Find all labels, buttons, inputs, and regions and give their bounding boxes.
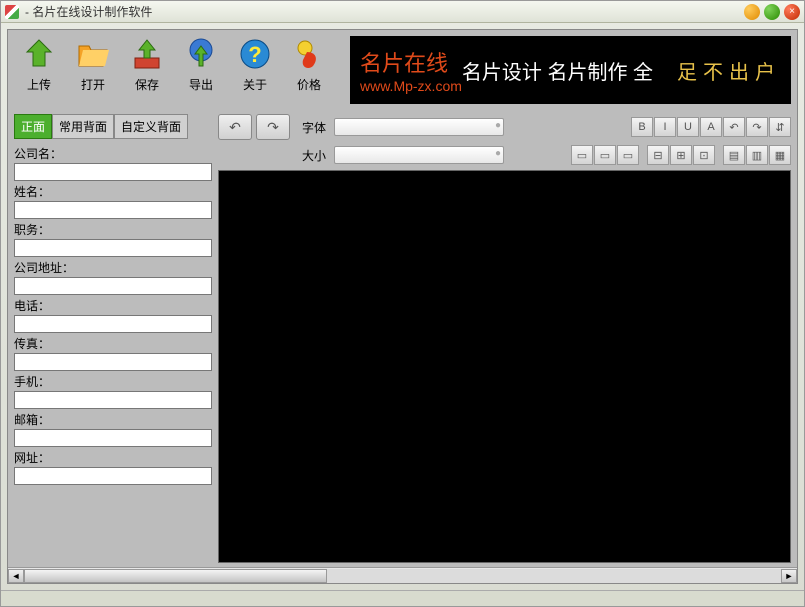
field-email: 邮箱： (14, 411, 212, 447)
text-style-btn-2[interactable]: U (677, 117, 699, 137)
scroll-track[interactable] (24, 569, 781, 583)
field-input-website[interactable] (14, 467, 212, 485)
field-input-name[interactable] (14, 201, 212, 219)
size-selector[interactable] (334, 146, 504, 164)
top-row: 上传 打开 保存 导出 ? 关于 (8, 30, 797, 110)
about-label: 关于 (243, 76, 267, 93)
field-label-mobile: 手机： (14, 373, 212, 390)
field-input-title[interactable] (14, 239, 212, 257)
save-label: 保存 (135, 76, 159, 93)
separator (640, 145, 646, 165)
text-style-btn-1[interactable]: I (654, 117, 676, 137)
banner-tags: 名片设计 名片制作 全 (462, 56, 653, 85)
field-phone: 电话： (14, 297, 212, 333)
app-icon (5, 5, 19, 19)
align-btn-0[interactable]: ▭ (571, 145, 593, 165)
price-label: 价格 (297, 76, 321, 93)
text-style-btn-4[interactable]: ↶ (723, 117, 745, 137)
text-style-btn-6[interactable]: ⇵ (769, 117, 791, 137)
export-label: 导出 (189, 76, 213, 93)
field-company: 公司名： (14, 145, 212, 181)
banner-url: www.Mp-zx.com (360, 78, 462, 94)
close-button[interactable]: × (784, 4, 800, 20)
upload-label: 上传 (27, 76, 51, 93)
app-window: - 名片在线设计制作软件 × 上传 打开 保存 (0, 0, 805, 607)
field-title: 职务： (14, 221, 212, 257)
design-canvas[interactable] (218, 170, 791, 563)
mid-row: 正面 常用背面 自定义背面 公司名： 姓名： 职务： 公司地址： 电话： 传真： 手机： 邮箱… (8, 110, 797, 567)
upload-button[interactable]: 上传 (16, 36, 62, 104)
field-input-mobile[interactable] (14, 391, 212, 409)
horizontal-scrollbar[interactable]: ◄ ► (8, 567, 797, 583)
align-btn-4[interactable]: ⊟ (647, 145, 669, 165)
undo-button[interactable]: ↶ (218, 114, 252, 140)
scroll-left-arrow[interactable]: ◄ (8, 569, 24, 583)
font-label: 字体 (302, 119, 330, 136)
text-style-btn-0[interactable]: B (631, 117, 653, 137)
align-btn-8[interactable]: ▤ (723, 145, 745, 165)
field-website: 网址： (14, 449, 212, 485)
field-fax: 传真： (14, 335, 212, 371)
size-label: 大小 (302, 147, 330, 164)
redo-button[interactable]: ↷ (256, 114, 290, 140)
tab-front[interactable]: 正面 (14, 114, 52, 139)
banner-brand: 名片在线 (360, 46, 450, 78)
left-panel: 正面 常用背面 自定义背面 公司名： 姓名： 职务： 公司地址： 电话： 传真： 手机： 邮箱… (8, 110, 218, 567)
window-title: - 名片在线设计制作软件 (25, 3, 740, 20)
field-label-phone: 电话： (14, 297, 212, 314)
format-bar-1: BIUA↶↷⇵ (631, 117, 791, 137)
field-label-address: 公司地址： (14, 259, 212, 276)
control-row-1: ↶ ↷ 字体 BIUA↶↷⇵ (218, 114, 791, 140)
control-row-2: 大小 ▭▭▭⊟⊞⊡▤▥▦ (218, 142, 791, 168)
field-input-address[interactable] (14, 277, 212, 295)
align-btn-1[interactable]: ▭ (594, 145, 616, 165)
open-button[interactable]: 打开 (70, 36, 116, 104)
text-style-btn-5[interactable]: ↷ (746, 117, 768, 137)
about-button[interactable]: ? 关于 (232, 36, 278, 104)
field-address: 公司地址： (14, 259, 212, 295)
titlebar[interactable]: - 名片在线设计制作软件 × (1, 1, 804, 23)
save-button[interactable]: 保存 (124, 36, 170, 104)
maximize-button[interactable] (764, 4, 780, 20)
field-label-title: 职务： (14, 221, 212, 238)
field-name: 姓名： (14, 183, 212, 219)
field-mobile: 手机： (14, 373, 212, 409)
text-style-btn-3[interactable]: A (700, 117, 722, 137)
field-label-email: 邮箱： (14, 411, 212, 428)
align-btn-10[interactable]: ▦ (769, 145, 791, 165)
field-input-company[interactable] (14, 163, 212, 181)
side-tabs: 正面 常用背面 自定义背面 (14, 114, 212, 139)
main-toolbar: 上传 打开 保存 导出 ? 关于 (8, 30, 340, 110)
scroll-thumb[interactable] (24, 569, 327, 583)
field-label-name: 姓名： (14, 183, 212, 200)
field-input-fax[interactable] (14, 353, 212, 371)
price-button[interactable]: 价格 (286, 36, 332, 104)
ad-banner: 名片在线 www.Mp-zx.com 名片设计 名片制作 全 足不出户 (350, 36, 791, 104)
font-selector[interactable] (334, 118, 504, 136)
content-frame: 上传 打开 保存 导出 ? 关于 (7, 29, 798, 584)
tab-back-custom[interactable]: 自定义背面 (114, 114, 188, 139)
right-panel: ↶ ↷ 字体 BIUA↶↷⇵ 大小 (218, 110, 797, 567)
field-label-fax: 传真： (14, 335, 212, 352)
align-btn-5[interactable]: ⊞ (670, 145, 692, 165)
open-label: 打开 (81, 76, 105, 93)
tab-back-common[interactable]: 常用背面 (52, 114, 114, 139)
align-btn-6[interactable]: ⊡ (693, 145, 715, 165)
minimize-button[interactable] (744, 4, 760, 20)
scroll-right-arrow[interactable]: ► (781, 569, 797, 583)
field-label-website: 网址： (14, 449, 212, 466)
field-label-company: 公司名： (14, 145, 212, 162)
align-btn-2[interactable]: ▭ (617, 145, 639, 165)
field-input-email[interactable] (14, 429, 212, 447)
status-bar (1, 590, 804, 606)
align-btn-9[interactable]: ▥ (746, 145, 768, 165)
svg-text:?: ? (248, 42, 261, 67)
format-bar-2: ▭▭▭⊟⊞⊡▤▥▦ (571, 145, 791, 165)
banner-slogan: 足不出户 (677, 56, 781, 85)
export-button[interactable]: 导出 (178, 36, 224, 104)
separator (716, 145, 722, 165)
field-input-phone[interactable] (14, 315, 212, 333)
